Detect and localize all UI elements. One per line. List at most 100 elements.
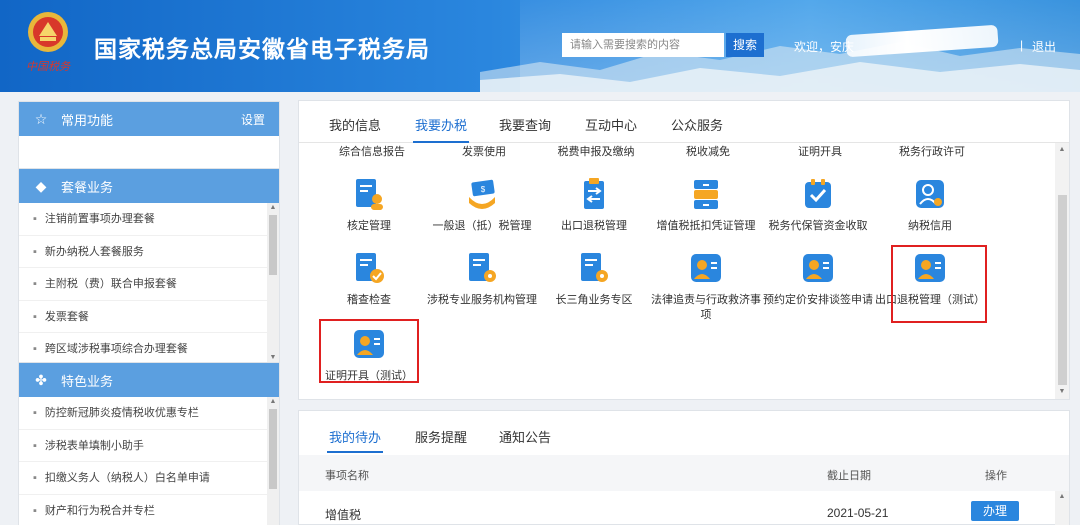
todo-scrollbar[interactable]: ▲ <box>1055 491 1069 525</box>
special-business-title: 特色业务 <box>61 373 114 389</box>
tab-query[interactable]: 我要查询 <box>499 115 551 134</box>
function-item[interactable]: 长三角业务专区 <box>539 251 649 308</box>
header-banner: 中国税务 国家税务总局安徽省电子税务局 搜索 欢迎，安庆 | 退出 <box>0 0 1080 92</box>
tab-notice[interactable]: 通知公告 <box>499 427 551 446</box>
svg-text:中国税务: 中国税务 <box>26 60 71 73</box>
search-input[interactable] <box>562 33 724 57</box>
scroll-up-icon[interactable]: ▲ <box>267 203 279 213</box>
scrollbar-thumb[interactable] <box>269 215 277 275</box>
user-credit-icon <box>916 180 944 208</box>
document-check-icon <box>356 253 384 283</box>
main-tabs: 我的信息 我要办税 我要查询 互动中心 公众服务 <box>299 101 1069 143</box>
function-item[interactable]: 稽查检查 <box>314 251 424 308</box>
package-list: ▪ 注销前置事项办理套餐 ▪ 新办纳税人套餐服务 ▪ 主附税（费）联合申报套餐 ▪ 发票… <box>19 203 279 366</box>
row-item-name: 增值税 <box>325 508 362 522</box>
function-label: 一般退（抵）税管理 <box>432 220 532 232</box>
functions-scrollbar[interactable]: ▲ ▼ <box>1055 143 1069 399</box>
document-gear-icon <box>469 253 496 282</box>
tab-do-tax[interactable]: 我要办税 <box>412 115 470 143</box>
function-item[interactable]: 法律追责与行政救济事项 <box>651 251 761 323</box>
layers-icon: ◆ <box>35 177 47 194</box>
column-header-name: 事项名称 <box>325 470 369 482</box>
table-header-row <box>299 455 1069 491</box>
column-header-deadline: 截止日期 <box>827 470 871 482</box>
clover-icon: ✤ <box>35 371 47 388</box>
star-icon: ☆ <box>34 110 48 127</box>
function-item[interactable]: 增值税抵扣凭证管理 <box>651 177 761 234</box>
function-item[interactable]: 涉税专业服务机构管理 <box>427 251 537 308</box>
special-item[interactable]: ▪ 防控新冠肺炎疫情税收优惠专栏 <box>19 397 279 430</box>
package-item[interactable]: ▪ 跨区域涉税事项综合办理套餐 <box>19 333 279 366</box>
tax-emblem-logo: 中国税务 <box>26 12 71 73</box>
function-item[interactable]: $ 一般退（抵）税管理 <box>427 177 537 234</box>
scroll-down-icon[interactable]: ▼ <box>1055 387 1069 397</box>
function-item[interactable]: 纳税信用 <box>875 177 985 234</box>
tab-my-todo[interactable]: 我的待办 <box>326 427 384 453</box>
function-item[interactable]: 税务代保管资金收取 <box>763 177 873 234</box>
checkbox-icon <box>805 179 831 208</box>
special-list: ▪ 防控新冠肺炎疫情税收优惠专栏 ▪ 涉税表单填制小助手 ▪ 扣缴义务人（纳税人）白名… <box>19 397 279 525</box>
function-label: 增值税抵扣凭证管理 <box>656 220 756 232</box>
cabinet-icon <box>694 180 718 209</box>
header-separator: | <box>1020 38 1024 52</box>
scroll-up-icon[interactable]: ▲ <box>1055 145 1069 155</box>
special-item[interactable]: ▪ 扣缴义务人（纳税人）白名单申请 <box>19 462 279 495</box>
scroll-up-icon[interactable]: ▲ <box>1055 493 1069 500</box>
special-item[interactable]: ▪ 涉税表单填制小助手 <box>19 430 279 462</box>
function-label: 纳税信用 <box>908 220 952 232</box>
site-title: 国家税务总局安徽省电子税务局 <box>94 37 430 63</box>
logout-link[interactable]: 退出 <box>1032 38 1056 55</box>
function-label: 长三角业务专区 <box>555 294 633 306</box>
function-label: 稽查检查 <box>347 294 391 306</box>
common-functions-title: 常用功能 <box>61 112 114 128</box>
search-button[interactable]: 搜索 <box>726 33 764 57</box>
function-label: 法律追责与行政救济事项 <box>651 294 761 321</box>
sub-category[interactable]: 税收减免 <box>653 143 763 159</box>
special-item[interactable]: ▪ 财产和行为税合并专栏 <box>19 495 279 525</box>
tab-my-info[interactable]: 我的信息 <box>329 115 381 134</box>
sub-category[interactable]: 证明开具 <box>765 143 875 159</box>
package-business-title: 套餐业务 <box>61 179 114 195</box>
document-gear-icon <box>581 253 608 282</box>
handle-button[interactable]: 办理 <box>971 501 1019 521</box>
package-business-panel: ◆ 套餐业务 ▪ 注销前置事项办理套餐 ▪ 新办纳税人套餐服务 ▪ 主附税（费）联合申… <box>18 168 280 366</box>
highlight-box <box>319 319 419 383</box>
package-item[interactable]: ▪ 主附税（费）联合申报套餐 <box>19 268 279 301</box>
function-label: 出口退税管理 <box>561 220 627 232</box>
refund-money-icon: $ <box>469 179 495 209</box>
tax-functions-card: 我的信息 我要办税 我要查询 互动中心 公众服务 综合信息报告 发票使用 税费申… <box>298 100 1070 400</box>
sub-category[interactable]: 综合信息报告 <box>317 143 427 159</box>
svg-text:$: $ <box>481 185 486 194</box>
common-functions-header: ☆ 常用功能 设置 <box>19 102 279 136</box>
function-label: 核定管理 <box>347 220 391 232</box>
package-item[interactable]: ▪ 新办纳税人套餐服务 <box>19 236 279 268</box>
scrollbar-thumb[interactable] <box>1058 195 1067 385</box>
highlight-box <box>891 245 987 323</box>
column-header-action: 操作 <box>985 470 1007 482</box>
tab-interaction[interactable]: 互动中心 <box>585 115 637 134</box>
scrollbar-thumb[interactable] <box>269 409 277 489</box>
document-person-icon <box>356 179 383 210</box>
package-item[interactable]: ▪ 注销前置事项办理套餐 <box>19 203 279 236</box>
special-business-panel: ✤ 特色业务 ▪ 防控新冠肺炎疫情税收优惠专栏 ▪ 涉税表单填制小助手 ▪ 扣缴义务人… <box>18 362 280 525</box>
tab-service-reminder[interactable]: 服务提醒 <box>415 427 467 446</box>
scroll-up-icon[interactable]: ▲ <box>267 397 279 407</box>
person-card-icon <box>803 254 833 282</box>
function-item[interactable]: 预约定价安排谈签申请 <box>763 251 873 308</box>
function-item[interactable]: 核定管理 <box>314 177 424 234</box>
todo-card: 我的待办 服务提醒 通知公告 事项名称 截止日期 操作 增值税 2021-05-… <box>298 410 1070 525</box>
sub-category[interactable]: 发票使用 <box>429 143 539 159</box>
settings-link[interactable]: 设置 <box>241 111 265 128</box>
function-label: 预约定价安排谈签申请 <box>763 294 873 306</box>
common-functions-panel: ☆ 常用功能 设置 <box>18 101 280 169</box>
sub-category[interactable]: 税费申报及缴纳 <box>541 143 651 159</box>
sub-category[interactable]: 税务行政许可 <box>877 143 987 159</box>
package-business-header: ◆ 套餐业务 <box>19 169 279 203</box>
row-deadline: 2021-05-21 <box>827 506 889 520</box>
export-clipboard-icon <box>584 178 604 209</box>
tab-public-service[interactable]: 公众服务 <box>671 115 723 134</box>
package-scrollbar[interactable]: ▲ ▼ <box>267 203 279 363</box>
package-item[interactable]: ▪ 发票套餐 <box>19 301 279 333</box>
special-scrollbar[interactable]: ▲ <box>267 397 279 525</box>
function-item[interactable]: 出口退税管理 <box>539 177 649 234</box>
